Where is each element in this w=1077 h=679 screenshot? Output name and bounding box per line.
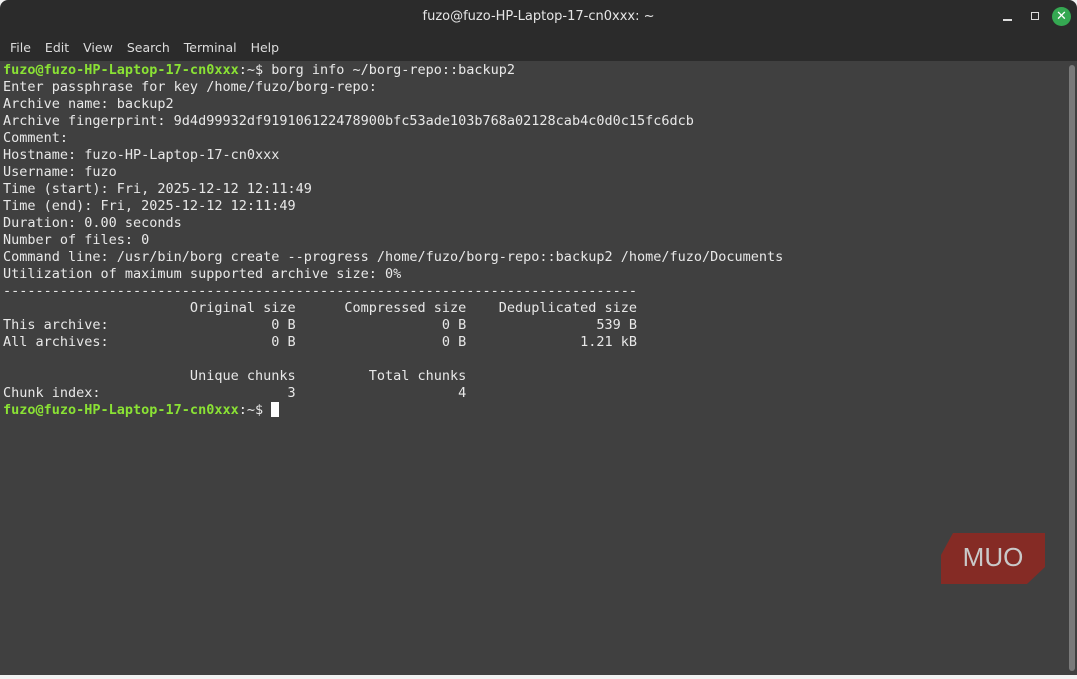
menu-view[interactable]: View: [76, 34, 120, 61]
title-bar[interactable]: fuzo@fuzo-HP-Laptop-17-cn0xxx: ~ ✕: [0, 0, 1077, 34]
prompt: fuzo@fuzo-HP-Laptop-17-cn0xxx: [3, 62, 239, 78]
close-icon: ✕: [1056, 9, 1067, 24]
minimize-button[interactable]: [1000, 8, 1018, 26]
menu-search[interactable]: Search: [120, 34, 177, 61]
cursor: [271, 402, 280, 417]
command-output: Enter passphrase for key /home/fuzo/borg…: [3, 79, 784, 401]
terminal-window: fuzo@fuzo-HP-Laptop-17-cn0xxx: ~ ✕ File …: [0, 0, 1077, 675]
menu-terminal[interactable]: Terminal: [177, 34, 244, 61]
menu-help[interactable]: Help: [244, 34, 287, 61]
menu-bar: File Edit View Search Terminal Help: [0, 34, 1077, 61]
prompt: fuzo@fuzo-HP-Laptop-17-cn0xxx: [3, 402, 239, 418]
command: borg info ~/borg-repo::backup2: [271, 62, 516, 78]
prompt-suffix: :~$: [238, 402, 272, 418]
maximize-button[interactable]: [1028, 8, 1046, 26]
window-title: fuzo@fuzo-HP-Laptop-17-cn0xxx: ~: [422, 9, 655, 24]
menu-file[interactable]: File: [3, 34, 38, 61]
muo-logo-text: MUO: [963, 542, 1024, 572]
menu-edit[interactable]: Edit: [38, 34, 76, 61]
muo-logo: MUO: [941, 533, 1045, 584]
terminal-output: fuzo@fuzo-HP-Laptop-17-cn0xxx:~$ borg in…: [3, 62, 783, 419]
close-button[interactable]: ✕: [1052, 7, 1071, 26]
scrollbar[interactable]: [1069, 65, 1075, 671]
terminal-area[interactable]: fuzo@fuzo-HP-Laptop-17-cn0xxx:~$ borg in…: [0, 61, 1077, 675]
prompt-suffix: :~$: [238, 62, 272, 78]
